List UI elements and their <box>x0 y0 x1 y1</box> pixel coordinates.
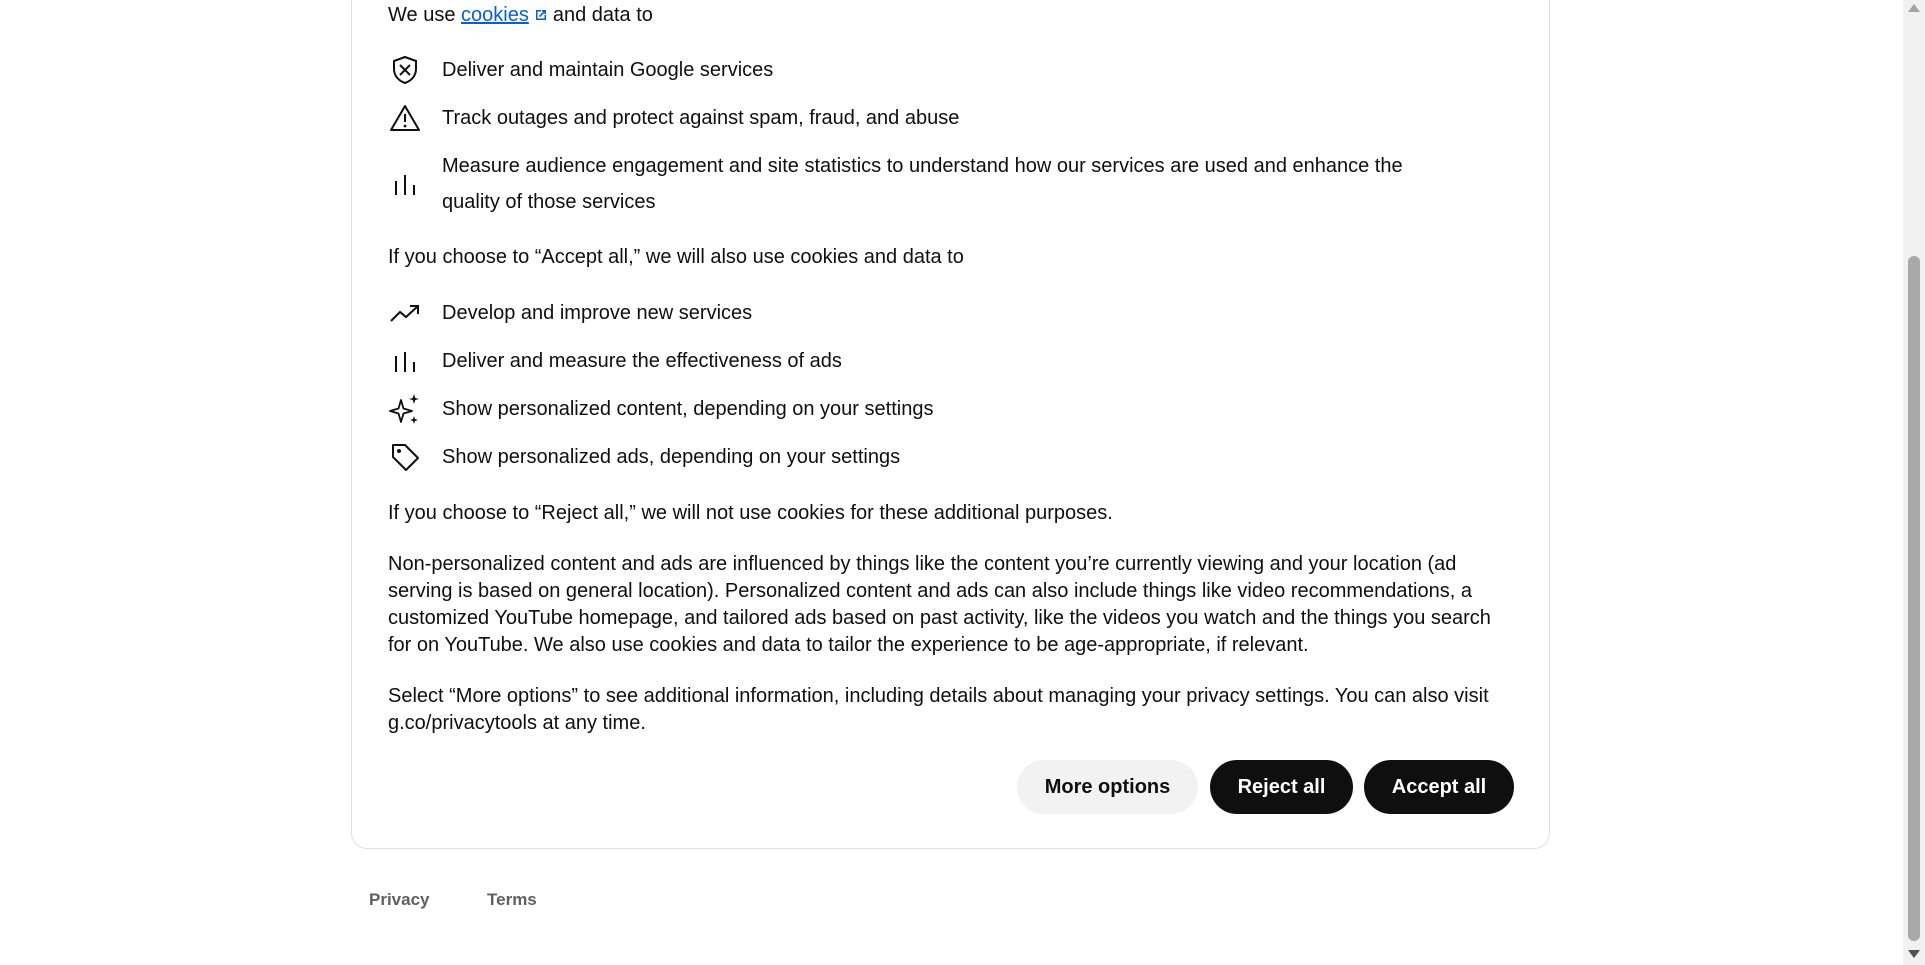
purpose-text: Develop and improve new services <box>442 302 753 324</box>
purpose-text: Deliver and maintain Google services <box>442 59 774 81</box>
cookies-link[interactable]: cookies <box>461 4 529 26</box>
accept-heading: If you choose to “Accept all,” we will a… <box>388 246 964 268</box>
consent-page: We use cookies and data to Deliver and ma… <box>0 0 1925 965</box>
purpose-item-personalized-ads: Show personalized ads, depending on your… <box>388 439 1513 475</box>
purpose-text: Track outages and protect against spam, … <box>442 107 960 129</box>
purpose-item-develop-services: Develop and improve new services <box>388 295 1513 331</box>
purpose-text: Show personalized content, depending on … <box>442 398 934 420</box>
vertical-scrollbar[interactable] <box>1903 0 1925 965</box>
purpose-item-track-outages: Track outages and protect against spam, … <box>388 100 1513 136</box>
purpose-item-measure-audience: Measure audience engagement and site sta… <box>388 148 1513 220</box>
sparkle-icon <box>388 392 422 426</box>
more-options-text: Select “More options” to see additional … <box>388 685 1489 734</box>
purpose-text: Measure audience engagement and site sta… <box>442 148 1403 220</box>
bar-chart-icon <box>388 167 422 201</box>
terms-link[interactable]: Terms <box>487 890 537 910</box>
purpose-item-deliver-services: Deliver and maintain Google services <box>388 52 1513 88</box>
warning-icon <box>388 101 422 135</box>
privacy-link[interactable]: Privacy <box>369 890 430 910</box>
trending-up-icon <box>388 296 422 330</box>
reject-all-button[interactable]: Reject all <box>1210 760 1353 814</box>
tag-icon <box>388 440 422 474</box>
intro-prefix: We use <box>388 4 456 26</box>
intro-text: We use cookies and data to <box>388 2 1513 29</box>
shield-icon <box>388 53 422 87</box>
scroll-up-arrow-icon[interactable] <box>1908 4 1920 12</box>
intro-suffix: and data to <box>552 4 653 26</box>
purpose-text-line2: quality of those services <box>442 191 656 213</box>
purpose-text: Show personalized ads, depending on your… <box>442 446 901 468</box>
external-link-icon[interactable] <box>533 7 549 23</box>
reject-text: If you choose to “Reject all,” we will n… <box>388 502 1113 524</box>
scroll-down-arrow-icon[interactable] <box>1908 950 1920 958</box>
purpose-text-line1: Measure audience engagement and site sta… <box>442 155 1403 177</box>
purpose-item-measure-ads: Deliver and measure the effectiveness of… <box>388 343 1513 379</box>
purpose-text: Deliver and measure the effectiveness of… <box>442 350 842 372</box>
non-personalized-text: Non-personalized content and ads are inf… <box>388 553 1491 656</box>
bar-chart-icon <box>388 344 422 378</box>
purpose-item-personalized-content: Show personalized content, depending on … <box>388 391 1513 427</box>
scrollbar-thumb[interactable] <box>1908 256 1920 941</box>
accept-all-button[interactable]: Accept all <box>1364 760 1514 814</box>
more-options-button[interactable]: More options <box>1017 760 1198 814</box>
